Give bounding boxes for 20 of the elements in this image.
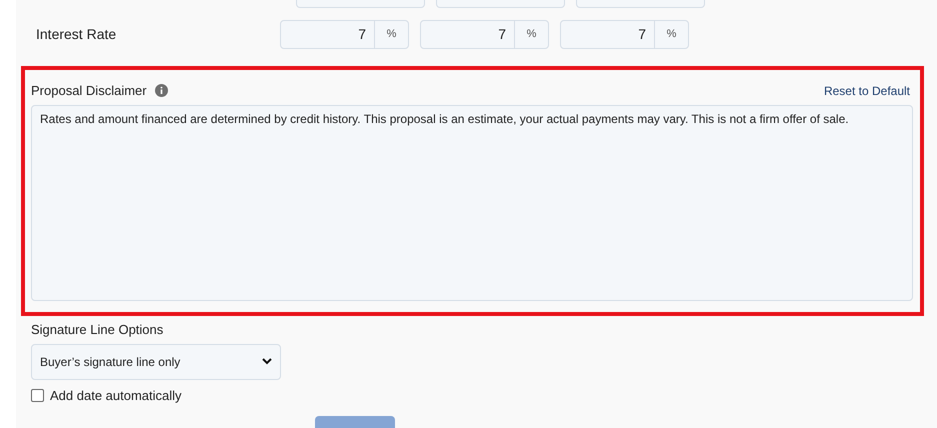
chevron-down-icon — [262, 358, 272, 365]
rate-input-field[interactable]: 7 % — [420, 20, 549, 49]
button[interactable] — [315, 416, 395, 428]
percent-unit: % — [514, 21, 548, 48]
percent-unit: % — [374, 21, 408, 48]
section-label: Signature Line Options — [31, 321, 164, 339]
section-label: Proposal Disclaimer — [31, 82, 147, 100]
input-field[interactable] — [576, 0, 705, 8]
checkbox[interactable] — [31, 389, 44, 402]
input-field[interactable] — [296, 0, 425, 8]
input-field[interactable] — [436, 0, 565, 8]
info-icon — [154, 84, 168, 97]
percent-unit: % — [654, 21, 688, 48]
signature-select[interactable]: Buyer’s signature line only — [31, 344, 281, 380]
disclaimer-textarea[interactable]: Rates and amount financed are determined by credit history. This proposal is an estimate, your actual payments may vary. This is not a firm offer of sale. — [31, 105, 913, 301]
reset-link[interactable]: Reset to Default — [824, 82, 910, 100]
rate-input-field[interactable]: 7 % — [280, 20, 409, 49]
checkbox-label: Add date automatically — [50, 386, 182, 405]
rate-input-field[interactable]: 7 % — [560, 20, 689, 49]
field-label: Interest Rate — [35, 25, 118, 44]
